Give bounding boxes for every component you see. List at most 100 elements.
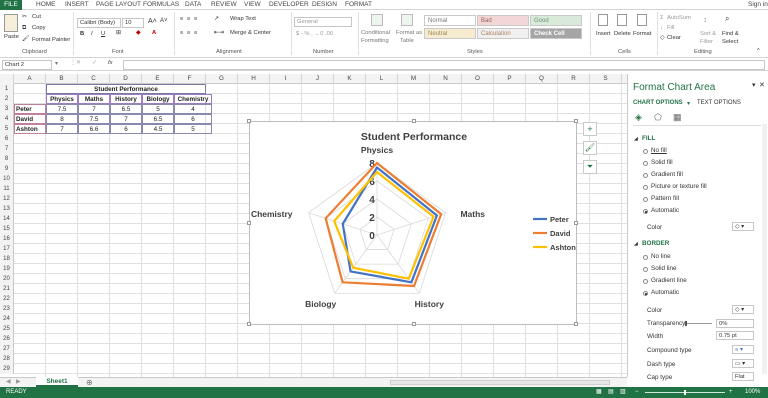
italic-button[interactable]: I [91, 31, 93, 37]
wrap-text-button[interactable]: Wrap Text [230, 16, 256, 22]
student-name-david[interactable]: David [14, 114, 46, 124]
conditional-formatting-button[interactable]: Conditional [361, 30, 390, 36]
style-good[interactable]: Good [530, 15, 582, 26]
row-header[interactable]: 22 [0, 294, 14, 304]
fill-option-label[interactable]: Solid fill [651, 159, 673, 166]
fill-option-label[interactable]: Picture or texture fill [651, 183, 707, 190]
orientation-icon[interactable]: ↗ [214, 16, 219, 22]
row-header[interactable]: 18 [0, 254, 14, 264]
row-header[interactable]: 26 [0, 334, 14, 344]
fill-option-label[interactable]: Pattern fill [651, 195, 679, 202]
copy-button[interactable]: Copy [32, 25, 46, 31]
delete-cells-button[interactable]: Delete [614, 31, 631, 37]
formula-input[interactable] [123, 60, 765, 70]
column-header[interactable]: E [142, 74, 174, 84]
tab-review[interactable]: REVIEW [211, 1, 237, 8]
table-cell[interactable]: 4.5 [142, 124, 174, 134]
column-header[interactable]: A [14, 74, 46, 84]
border-option-label[interactable]: Gradient line [651, 277, 687, 284]
zoom-slider-thumb[interactable] [684, 390, 686, 395]
table-cell[interactable]: 6.6 [78, 124, 110, 134]
row-header[interactable]: 23 [0, 304, 14, 314]
column-header[interactable]: R [558, 74, 590, 84]
border-option-label[interactable]: Solid line [651, 265, 677, 272]
header-chemistry[interactable]: Chemistry [174, 94, 212, 104]
cut-button[interactable]: Cut [32, 14, 41, 20]
header-physics[interactable]: Physics [46, 94, 78, 104]
student-name-peter[interactable]: Peter [14, 104, 46, 114]
table-cell[interactable]: 8 [46, 114, 78, 124]
font-name-select[interactable]: Calibri (Body) [77, 18, 121, 28]
tab-insert[interactable]: INSERT [65, 1, 89, 8]
border-option-label[interactable]: No line [651, 253, 671, 260]
chart-filters-button[interactable]: ⏷ [583, 160, 597, 174]
row-header[interactable]: 27 [0, 344, 14, 354]
format-painter-icon[interactable]: 🖌 [22, 36, 29, 42]
find-select-button[interactable]: Find & [722, 31, 739, 37]
header-maths[interactable]: Maths [78, 94, 110, 104]
table-cell[interactable]: 4 [174, 104, 212, 114]
format-painter-button[interactable]: Format Painter [32, 37, 70, 43]
style-normal[interactable]: Normal [424, 15, 476, 26]
copy-icon[interactable]: ⧉ [22, 25, 26, 32]
row-header[interactable]: 19 [0, 264, 14, 274]
delete-cells-icon[interactable] [617, 14, 627, 26]
radar-chart[interactable]: Student Performance 02468 Physics Maths Hi… [247, 119, 578, 326]
row-header[interactable]: 9 [0, 164, 14, 174]
fill-radio[interactable] [643, 149, 648, 154]
shrink-font-icon[interactable]: A˅ [160, 18, 168, 24]
name-box-dropdown-icon[interactable]: ▾ [55, 61, 58, 67]
format-cells-icon[interactable] [637, 14, 647, 26]
tab-text-options[interactable]: TEXT OPTIONS [697, 100, 741, 106]
chart-elements-button[interactable]: + [583, 122, 597, 136]
format-as-table-button[interactable]: Format as [396, 30, 422, 36]
transparency-input[interactable]: 0% [716, 319, 754, 328]
number-format-icons[interactable]: $ - % , ←0 .00 [296, 31, 333, 37]
fill-icon[interactable]: ↓ [660, 25, 663, 31]
table-cell[interactable]: 7 [46, 124, 78, 134]
border-radio-automatic[interactable] [643, 291, 648, 296]
fill-option-label[interactable]: Gradient fill [651, 171, 683, 178]
row-header[interactable]: 15 [0, 224, 14, 234]
column-header[interactable]: H [238, 74, 270, 84]
sort-filter-button[interactable]: Sort & [700, 31, 716, 37]
style-bad[interactable]: Bad [477, 15, 529, 26]
normal-view-icon[interactable]: ▦ [596, 387, 602, 398]
row-header[interactable]: 2 [0, 94, 14, 104]
sheet-tab-sheet1[interactable]: Sheet1 [36, 377, 78, 387]
tab-file[interactable]: FILE [0, 0, 22, 10]
cap-type-select[interactable]: Flat [732, 372, 754, 381]
tab-design[interactable]: DESIGN [312, 1, 337, 8]
format-cells-button[interactable]: Format [633, 31, 651, 37]
font-size-select[interactable]: 10 [122, 18, 144, 28]
cut-icon[interactable]: ✂ [22, 14, 27, 20]
row-header[interactable]: 10 [0, 174, 14, 184]
fill-collapse-icon[interactable]: ◢ [634, 136, 638, 142]
paste-button[interactable]: Paste [4, 34, 19, 40]
underline-button[interactable]: U [101, 31, 105, 37]
header-history[interactable]: History [110, 94, 142, 104]
fill-option-label[interactable]: Automatic [651, 207, 679, 214]
tab-chart-options[interactable]: CHART OPTIONS [633, 100, 683, 106]
insert-cells-button[interactable]: Insert [596, 31, 611, 37]
column-header[interactable]: S [590, 74, 622, 84]
row-header[interactable]: 25 [0, 324, 14, 334]
column-header[interactable]: B [46, 74, 78, 84]
clear-button[interactable]: Clear [667, 35, 681, 41]
fill-color-picker[interactable]: ◇ ▾ [732, 222, 754, 231]
column-header[interactable]: J [302, 74, 334, 84]
size-properties-icon[interactable]: ▦ [673, 112, 682, 123]
table-cell[interactable]: 6 [174, 114, 212, 124]
column-header[interactable]: I [270, 74, 302, 84]
close-pane-icon[interactable]: ✕ [759, 81, 765, 89]
tab-format[interactable]: FORMAT [345, 1, 372, 8]
fill-button[interactable]: Fill [667, 25, 674, 31]
table-cell[interactable]: 6.5 [110, 104, 142, 114]
chart-options-dropdown-icon[interactable]: ▾ [687, 100, 690, 107]
chart-legend[interactable]: Peter David Ashton [533, 215, 576, 252]
fill-radio[interactable] [643, 197, 648, 202]
row-header[interactable]: 1 [0, 84, 14, 94]
fill-option-label[interactable]: No fill [651, 147, 667, 154]
column-header[interactable]: C [78, 74, 110, 84]
font-color-icon[interactable]: A [152, 30, 156, 36]
